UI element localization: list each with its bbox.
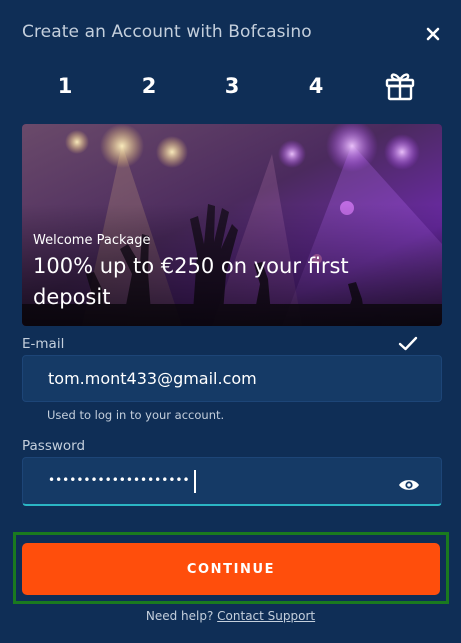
email-field[interactable]: tom.mont433@gmail.com — [22, 355, 442, 402]
step-4: 4 — [308, 74, 324, 98]
step-1: 1 — [57, 74, 73, 98]
email-hint: Used to log in to your account. — [47, 408, 225, 422]
banner-headline: 100% up to €250 on your first deposit — [33, 254, 349, 309]
help-line: Need help? Contact Support — [0, 609, 461, 623]
contact-support-link[interactable]: Contact Support — [217, 609, 315, 623]
help-text: Need help? — [145, 609, 214, 623]
banner-kicker: Welcome Package — [33, 233, 151, 248]
gift-icon — [385, 73, 415, 101]
close-icon[interactable] — [423, 24, 443, 44]
eye-icon[interactable] — [398, 477, 420, 493]
step-indicator: 1 2 3 4 — [0, 70, 461, 104]
email-value: tom.mont433@gmail.com — [48, 369, 257, 388]
password-label: Password — [22, 438, 86, 454]
password-field[interactable]: •••••••••••••••••••• — [22, 457, 442, 506]
welcome-banner: Welcome Package 100% up to €250 on your … — [22, 124, 442, 326]
modal-title: Create an Account with Bofcasino — [22, 22, 312, 42]
checkmark-icon — [398, 336, 418, 351]
text-cursor — [194, 470, 196, 493]
signup-modal: Create an Account with Bofcasino 1 2 3 4 — [0, 0, 461, 643]
continue-button[interactable]: CONTINUE — [22, 543, 440, 595]
password-masked-value: •••••••••••••••••••• — [48, 473, 190, 487]
step-3: 3 — [224, 74, 240, 98]
email-label: E-mail — [22, 336, 65, 352]
step-2: 2 — [141, 74, 157, 98]
